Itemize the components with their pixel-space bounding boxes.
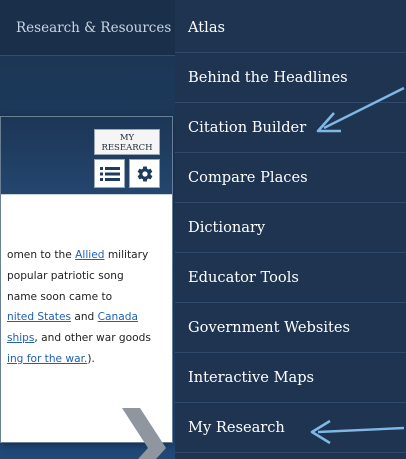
text-line: omen to the Allied military [7,249,149,261]
nav-tab-research-resources[interactable]: Research & Resources [0,0,175,56]
link-allied[interactable]: Allied [75,249,104,261]
menu-item-government-websites[interactable]: Government Websites [175,303,406,353]
article-text: omen to the Allied military popular patr… [7,245,167,370]
menu-item-my-research[interactable]: My Research [175,403,406,453]
link-ships[interactable]: ships [7,332,34,344]
link-working-for-war[interactable]: ing for the war. [7,353,87,365]
text-line: popular patriotic song [7,269,124,282]
my-research-button[interactable]: MY RESEARCH [94,129,160,155]
text-line: name soon came to [7,290,113,303]
menu-item-behind-the-headlines[interactable]: Behind the Headlines [175,53,406,103]
top-navigation-bar: Research & Resources [0,0,175,56]
resources-dropdown-menu: Atlas Behind the Headlines Citation Buil… [175,0,406,459]
list-button[interactable] [94,159,125,188]
card-header: MY RESEARCH [1,117,172,195]
list-icon [99,166,120,181]
menu-item-compare-places[interactable]: Compare Places [175,153,406,203]
next-chevron-icon[interactable] [122,408,174,459]
article-card: MY RESEARCH omen to the Allied military … [0,116,173,443]
text-line: ing for the war.). [7,352,95,365]
settings-button[interactable] [129,159,160,188]
link-canada[interactable]: Canada [98,311,138,323]
text-line: ships, and other war goods [7,332,151,345]
menu-item-citation-builder[interactable]: Citation Builder [175,103,406,153]
menu-item-interactive-maps[interactable]: Interactive Maps [175,353,406,403]
menu-item-educator-tools[interactable]: Educator Tools [175,253,406,303]
gear-icon [137,166,152,182]
menu-item-dictionary[interactable]: Dictionary [175,203,406,253]
menu-item-atlas[interactable]: Atlas [175,3,406,53]
link-united-states[interactable]: nited States [7,311,71,323]
text-line: nited States and Canada [7,311,138,324]
